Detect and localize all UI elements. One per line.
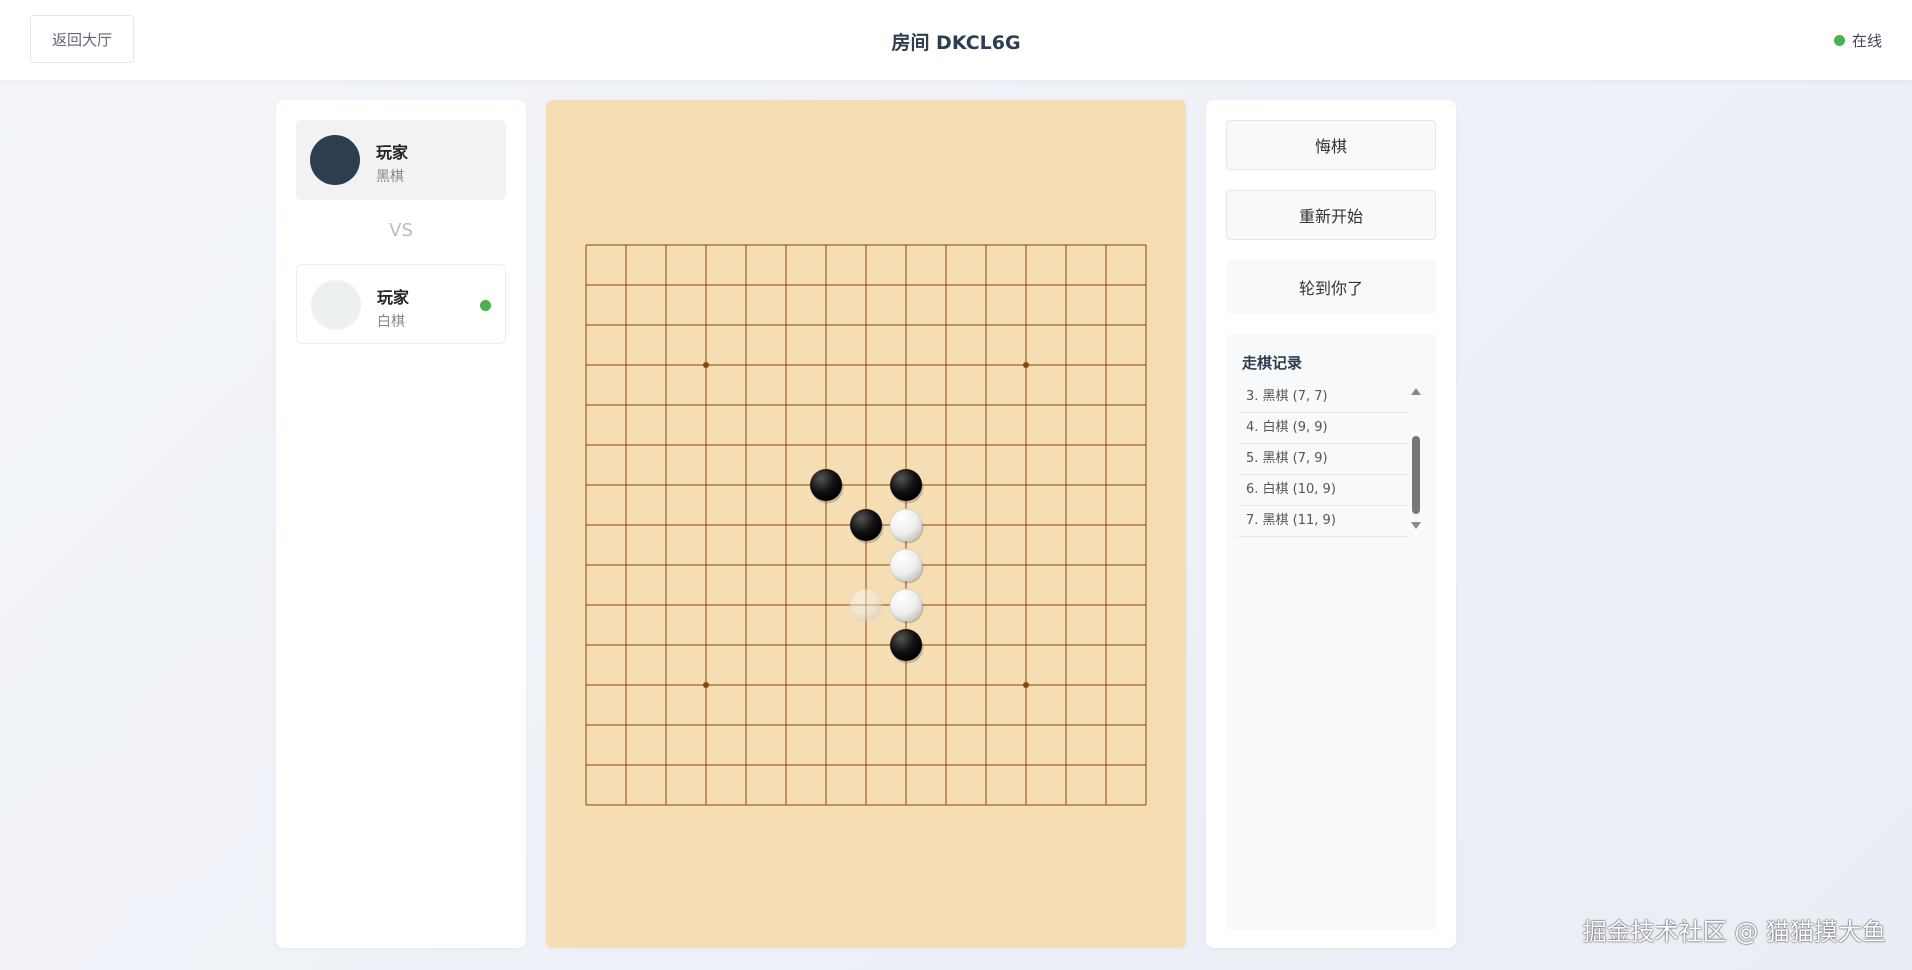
scroll-up-arrow-icon[interactable] <box>1411 388 1421 395</box>
black-stone <box>890 629 922 661</box>
black-stone <box>890 469 922 501</box>
star-point <box>1023 682 1029 688</box>
black-stone <box>850 509 882 541</box>
controls-panel: 悔棋 重新开始 轮到你了 走棋记录 3. 黑棋 (7, 7) 4. 白棋 (9,… <box>1206 100 1456 948</box>
black-player-color: 黑棋 <box>376 169 404 185</box>
watermark: 掘金技术社区 @ 猫猫摸大鱼 <box>1582 918 1886 946</box>
move-history-title: 走棋记录 <box>1242 354 1303 372</box>
black-player-name: 玩家 <box>376 143 409 162</box>
star-point <box>703 682 709 688</box>
history-item: 7. 黑棋 (11, 9) <box>1238 506 1408 537</box>
turn-indicator: 轮到你了 <box>1226 260 1436 314</box>
room-title: 房间 DKCL6G <box>891 32 1021 54</box>
board-panel <box>546 100 1186 948</box>
online-status-dot-icon <box>1833 35 1845 46</box>
gomoku-board[interactable] <box>546 100 1186 948</box>
online-label: 在线 <box>1851 32 1882 50</box>
black-stone <box>810 469 842 501</box>
history-scrollbar[interactable] <box>1412 436 1420 514</box>
board-stones <box>810 469 924 664</box>
players-panel: 玩家 黑棋 VS 玩家 白棋 <box>276 100 526 948</box>
top-bar: 返回大厅 房间 DKCL6G 在线 <box>0 0 1912 80</box>
white-stone <box>889 508 923 542</box>
white-online-dot-icon <box>480 300 491 311</box>
vs-label: VS <box>389 220 413 241</box>
history-item: 4. 白棋 (9, 9) <box>1238 413 1408 444</box>
white-stone <box>889 588 923 622</box>
white-stone <box>889 548 923 582</box>
white-avatar <box>311 280 361 330</box>
hover-stone-preview <box>849 588 883 622</box>
star-point <box>1023 362 1029 368</box>
restart-button[interactable]: 重新开始 <box>1226 190 1436 240</box>
connection-status: 在线 <box>1833 30 1882 51</box>
history-item: 6. 白棋 (10, 9) <box>1238 475 1408 506</box>
white-player-name: 玩家 <box>377 288 410 307</box>
white-player-color: 白棋 <box>377 314 405 330</box>
star-point <box>703 362 709 368</box>
history-item: 3. 黑棋 (7, 7) <box>1238 382 1408 413</box>
undo-button[interactable]: 悔棋 <box>1226 120 1436 170</box>
move-history-list[interactable]: 3. 黑棋 (7, 7) 4. 白棋 (9, 9) 5. 黑棋 (7, 9) 6… <box>1238 382 1408 537</box>
move-history: 走棋记录 3. 黑棋 (7, 7) 4. 白棋 (9, 9) 5. 黑棋 (7,… <box>1226 334 1436 930</box>
player-card-white: 玩家 白棋 <box>296 264 506 344</box>
player-card-black: 玩家 黑棋 <box>296 120 506 200</box>
scroll-down-arrow-icon[interactable] <box>1411 522 1421 529</box>
black-avatar <box>310 135 360 185</box>
history-item: 5. 黑棋 (7, 9) <box>1238 444 1408 475</box>
